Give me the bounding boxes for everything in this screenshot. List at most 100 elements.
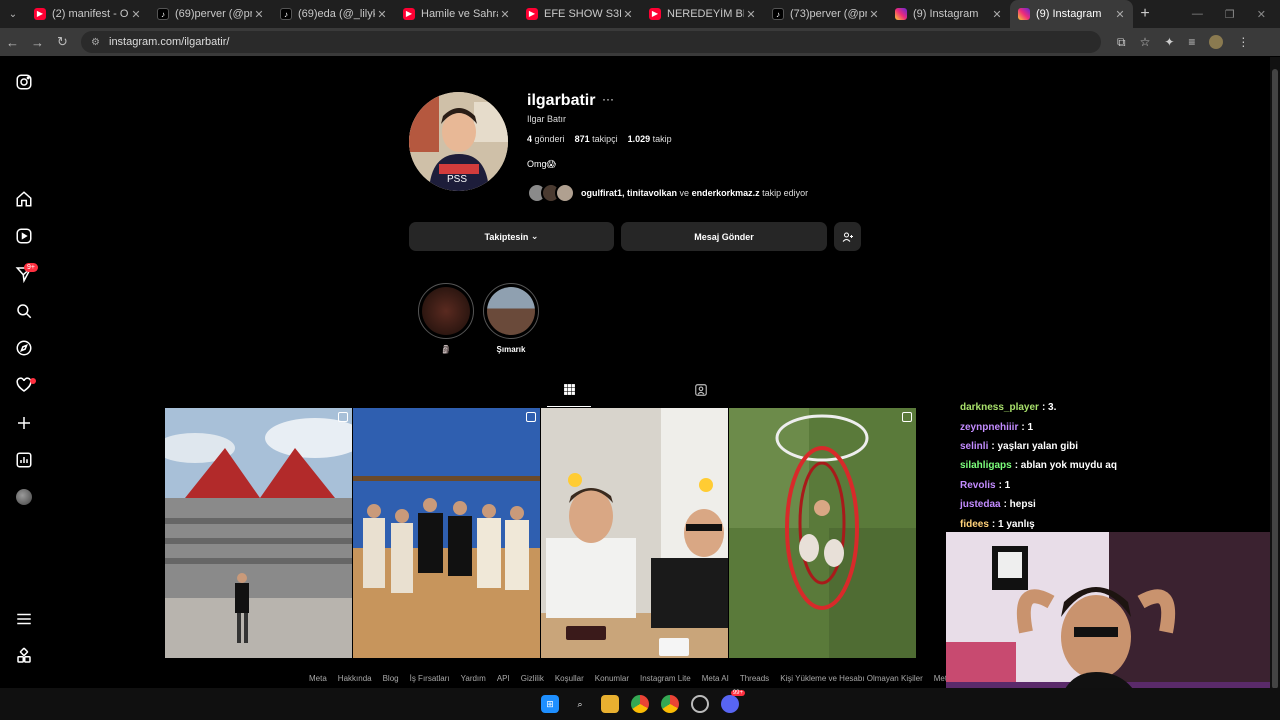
back-button[interactable]: ← <box>0 28 25 56</box>
footer-link[interactable]: Gizlilik <box>521 674 544 683</box>
following-button[interactable]: Takiptesin ⌄ <box>409 222 614 251</box>
tab-title: (73)perver (@prensei <box>790 8 867 20</box>
profile-bio: Omg😱 <box>527 159 556 169</box>
tab-title: EFE SHOW S3B15 | M <box>544 8 621 20</box>
chrome-icon[interactable] <box>661 695 679 713</box>
posts-stat: 4 gönderi <box>527 134 565 144</box>
footer-link[interactable]: API <box>497 674 510 683</box>
install-app-icon[interactable]: ⧉ <box>1117 35 1126 50</box>
footer-link[interactable]: Meta <box>309 674 327 683</box>
bookmark-star-icon[interactable]: ☆ <box>1140 35 1151 49</box>
close-tab-icon[interactable]: ✕ <box>375 8 389 21</box>
stream-chat-overlay: darkness_player: 3. zeynpnehiiir: 1 selinl… <box>946 398 1270 532</box>
page-scrollbar[interactable] <box>1270 57 1280 689</box>
url-text: instagram.com/ilgarbatir/ <box>109 36 230 48</box>
profile-avatar-icon[interactable] <box>14 487 34 507</box>
tab-search-button[interactable]: ⌄ <box>0 0 26 28</box>
tab-posts[interactable] <box>547 373 591 407</box>
following-stat[interactable]: 1.029 takip <box>628 134 672 144</box>
maximize-icon[interactable]: ❐ <box>1225 8 1235 21</box>
footer-link[interactable]: Kişi Yükleme ve Hesabı Olmayan Kişiler <box>780 674 923 683</box>
extensions-icon[interactable]: ✦ <box>1164 35 1174 49</box>
tab-tagged[interactable] <box>687 373 715 407</box>
chat-username: silahligaps <box>960 460 1012 472</box>
more-menu-icon[interactable] <box>14 609 34 629</box>
close-window-icon[interactable]: ✕ <box>1257 8 1266 21</box>
chat-username: darkness_player <box>960 402 1039 414</box>
forward-button[interactable]: → <box>25 28 50 56</box>
close-tab-icon[interactable]: ✕ <box>1113 8 1127 21</box>
file-explorer-icon[interactable] <box>601 695 619 713</box>
minimize-icon[interactable]: — <box>1192 8 1203 21</box>
tiktok-icon: ♪ <box>772 8 784 20</box>
story-highlight[interactable]: Şımarık <box>483 283 539 354</box>
window-controls: — ❐ ✕ <box>1192 8 1280 21</box>
close-tab-icon[interactable]: ✕ <box>867 8 881 21</box>
browser-tab[interactable]: ▶ Hamile ve Sahra Çölü✕ <box>395 0 518 28</box>
footer-link[interactable]: Instagram Lite <box>640 674 691 683</box>
chat-username: justedaa <box>960 499 1001 511</box>
close-tab-icon[interactable]: ✕ <box>990 8 1004 21</box>
footer-link[interactable]: Hakkında <box>338 674 372 683</box>
post-thumbnail[interactable] <box>353 408 540 658</box>
chrome-menu-icon[interactable]: ⋮ <box>1237 35 1249 49</box>
profile-avatar[interactable] <box>1209 35 1224 49</box>
chat-username: selinli <box>960 440 989 452</box>
post-thumbnail[interactable] <box>541 408 728 658</box>
browser-tab[interactable]: ▶ (2) manifest - Outro✕ <box>26 0 149 28</box>
site-info-icon[interactable]: ⚙ <box>91 37 103 48</box>
dashboard-icon[interactable] <box>14 450 34 470</box>
close-tab-icon[interactable]: ✕ <box>252 8 266 21</box>
footer-link[interactable]: Meta Ver <box>934 674 946 683</box>
address-bar[interactable]: ⚙ instagram.com/ilgarbatir/ <box>81 31 1101 53</box>
chat-message: zeynpnehiiir: 1 <box>946 417 1270 436</box>
chevron-down-icon: ⌄ <box>530 231 539 241</box>
browser-tab[interactable]: ♪ (69)eda (@_lilykt) | Ti✕ <box>272 0 395 28</box>
meta-apps-icon[interactable] <box>14 646 34 666</box>
footer-link[interactable]: Blog <box>383 674 399 683</box>
footer-link[interactable]: İş Fırsatları <box>410 674 450 683</box>
reels-icon[interactable] <box>14 226 34 246</box>
obs-icon[interactable] <box>691 695 709 713</box>
instagram-logo-icon[interactable] <box>14 72 34 92</box>
browser-tab[interactable]: (9) Instagram ✕ <box>887 0 1010 28</box>
tab-title: (9) Instagram <box>1036 8 1102 20</box>
browser-tab[interactable]: ♪ (73)perver (@prensei✕ <box>764 0 887 28</box>
suggest-user-button[interactable] <box>834 222 861 251</box>
footer-link[interactable]: Yardım <box>461 674 486 683</box>
story-highlight[interactable]: 🗿 <box>418 283 474 354</box>
chrome-icon[interactable] <box>631 695 649 713</box>
discord-icon[interactable]: 99+ <box>721 690 745 713</box>
close-tab-icon[interactable]: ✕ <box>744 8 758 21</box>
followed-by[interactable]: ogulfirat1, tinitavolkan ve enderkorkmaz… <box>527 183 808 203</box>
multiple-photos-icon <box>902 412 912 422</box>
browser-tab[interactable]: ♪ (69)perver (@prensei✕ <box>149 0 272 28</box>
footer-link[interactable]: Threads <box>740 674 769 683</box>
close-tab-icon[interactable]: ✕ <box>498 8 512 21</box>
browser-tab[interactable]: ▶ EFE SHOW S3B15 | M✕ <box>518 0 641 28</box>
post-thumbnail[interactable] <box>165 408 352 658</box>
media-controls-icon[interactable]: ≡ <box>1188 35 1195 49</box>
browser-tab[interactable]: ▶ NEREDEYİM BEN? Kİ✕ <box>641 0 764 28</box>
search-icon[interactable] <box>14 301 34 321</box>
followers-stat[interactable]: 871 takipçi <box>575 134 618 144</box>
profile-picture[interactable]: PSS <box>409 92 508 191</box>
windows-start-icon[interactable]: ⊞ <box>541 695 559 713</box>
close-tab-icon[interactable]: ✕ <box>129 8 143 21</box>
message-button[interactable]: Mesaj Gönder <box>621 222 827 251</box>
search-taskbar-icon[interactable]: ⌕ <box>571 695 589 713</box>
youtube-icon: ▶ <box>649 8 661 20</box>
footer-links: Meta Hakkında Blog İş Fırsatları Yardım API Gi… <box>309 674 946 683</box>
new-tab-button[interactable]: + <box>1133 0 1157 28</box>
reload-button[interactable]: ↻ <box>50 28 75 56</box>
footer-link[interactable]: Meta AI <box>702 674 729 683</box>
explore-icon[interactable] <box>14 338 34 358</box>
home-icon[interactable] <box>14 189 34 209</box>
footer-link[interactable]: Konumlar <box>595 674 629 683</box>
close-tab-icon[interactable]: ✕ <box>621 8 635 21</box>
footer-link[interactable]: Koşullar <box>555 674 584 683</box>
options-icon[interactable]: ··· <box>602 92 614 106</box>
browser-tab[interactable]: (9) Instagram ✕ <box>1010 0 1133 28</box>
post-thumbnail[interactable] <box>729 408 916 658</box>
create-plus-icon[interactable] <box>14 413 34 433</box>
